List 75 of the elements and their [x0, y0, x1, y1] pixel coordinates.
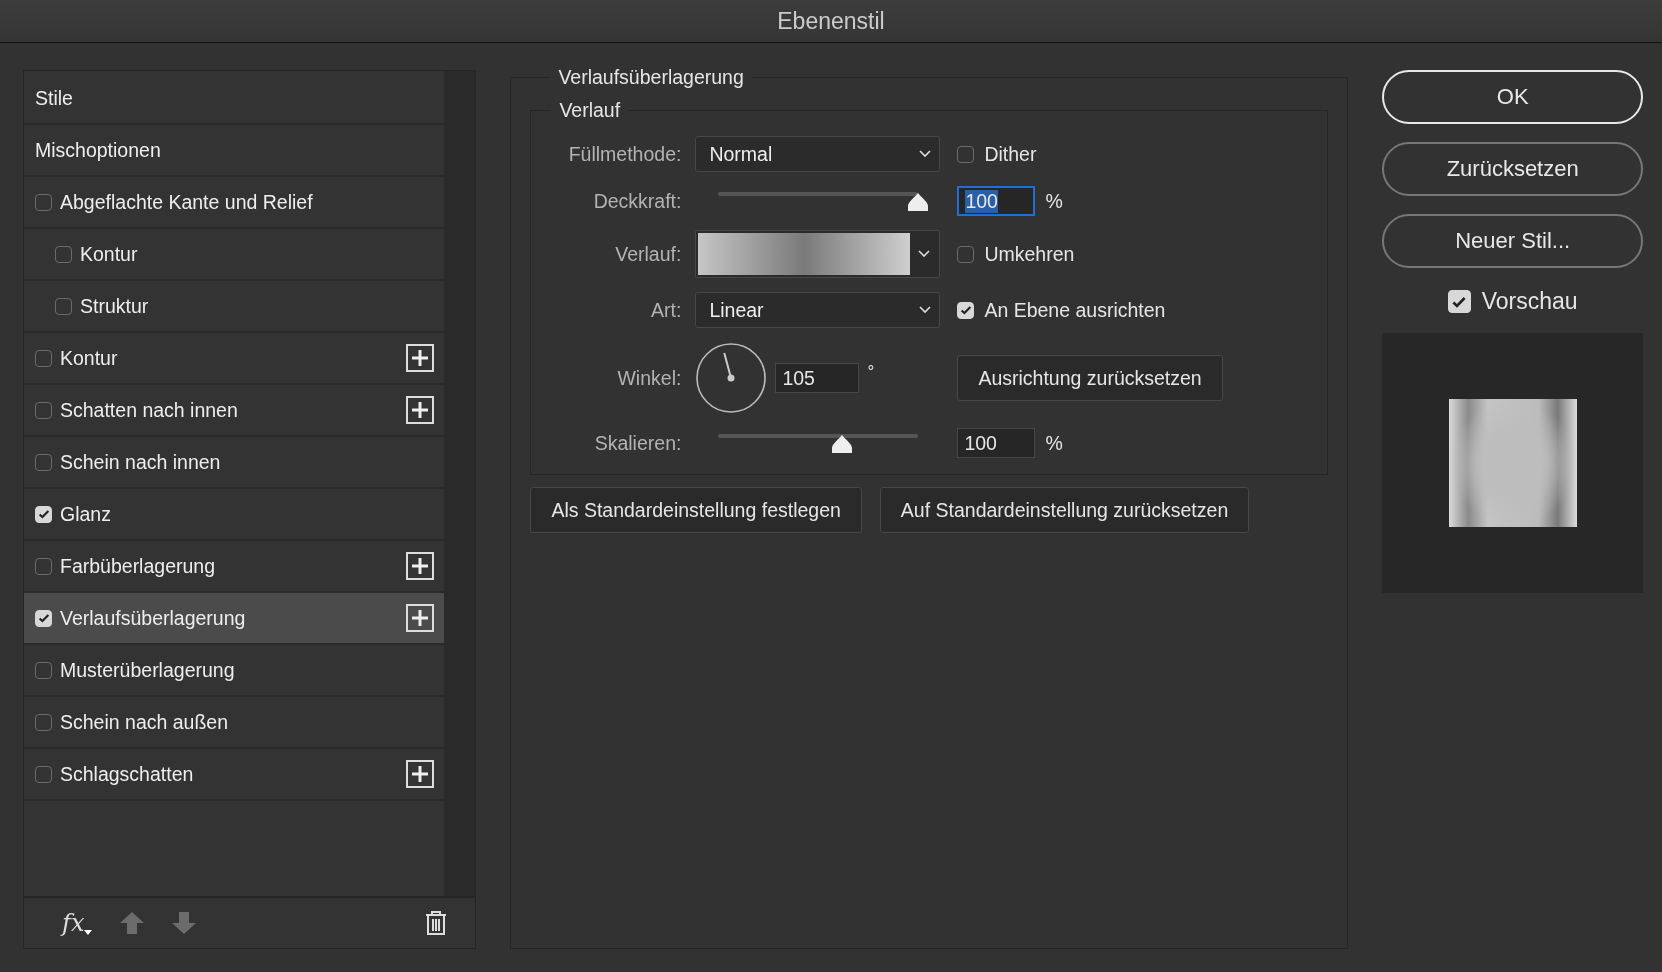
checkbox[interactable]: [55, 245, 72, 263]
slider-thumb[interactable]: [831, 434, 854, 454]
slider-thumb[interactable]: [907, 192, 930, 212]
add-icon[interactable]: [406, 344, 434, 372]
checkbox[interactable]: [55, 297, 72, 315]
unit-label: %: [1045, 189, 1063, 213]
checkbox[interactable]: [35, 713, 52, 731]
reset-alignment-button[interactable]: Ausrichtung zurücksetzen: [957, 355, 1223, 401]
style-label: Schein nach außen: [60, 710, 230, 734]
style-label: Farbüberlagerung: [60, 554, 217, 578]
style-label: Kontur: [80, 242, 139, 266]
field-label: Verlauf:: [614, 242, 682, 266]
checkbox[interactable]: [35, 557, 52, 575]
field-label: Art:: [650, 298, 682, 322]
blend-mode-dropdown[interactable]: Normal: [695, 136, 941, 172]
default-settings-button[interactable]: Auf Standardeinstellung zurücksetzen: [879, 487, 1250, 533]
angle-dial[interactable]: [695, 342, 768, 414]
field-label: Winkel:: [616, 366, 682, 390]
style-label: Kontur: [60, 346, 119, 370]
unit-label: %: [1045, 431, 1063, 455]
default-settings-button[interactable]: Als Standardeinstellung festlegen: [530, 487, 862, 533]
add-icon[interactable]: [406, 760, 434, 788]
gradient-swatch[interactable]: [698, 233, 911, 275]
checkmark-icon: [958, 303, 973, 317]
style-list-item[interactable]: Kontur: [24, 333, 444, 385]
field-label: Deckkraft:: [592, 189, 682, 213]
checkbox[interactable]: [35, 349, 52, 367]
style-label: Schatten nach innen: [60, 398, 239, 422]
chevron-icon: [919, 306, 932, 314]
style-label: Abgeflachte Kante und Relief: [60, 190, 314, 214]
field-label: Skalieren:: [593, 431, 682, 455]
angle-field[interactable]: 105: [775, 363, 860, 393]
dialog-button[interactable]: OK: [1382, 70, 1643, 124]
section-title: Verlaufsüberlagerung: [557, 66, 745, 89]
checkbox[interactable]: [35, 661, 52, 679]
style-list-item[interactable]: Schatten nach innen: [24, 385, 444, 437]
opacity-field[interactable]: 100: [957, 186, 1036, 216]
style-dropdown[interactable]: Linear: [695, 292, 941, 328]
checkbox-label: An Ebene ausrichten: [984, 298, 1166, 322]
style-label: Musterüberlagerung: [60, 658, 236, 682]
gradient-picker[interactable]: [695, 230, 941, 278]
fx-button[interactable]: fx: [62, 909, 93, 937]
chevron-icon: [918, 250, 931, 258]
checkbox[interactable]: [35, 453, 52, 471]
checkbox[interactable]: [957, 245, 975, 263]
add-icon[interactable]: [406, 552, 434, 580]
checkbox[interactable]: [35, 401, 52, 419]
style-label: Verlaufsüberlagerung: [60, 606, 247, 630]
checkbox-label: Dither: [984, 142, 1037, 166]
style-label: Struktur: [80, 294, 150, 318]
add-icon[interactable]: [406, 396, 434, 424]
style-list-item[interactable]: Verlaufsüberlagerung: [24, 593, 444, 645]
trash-icon[interactable]: [425, 911, 448, 935]
checkmark-icon: [36, 507, 51, 521]
checkbox-label: Umkehren: [984, 242, 1075, 266]
style-list-item[interactable]: Schlagschatten: [24, 749, 444, 801]
style-label: Schlagschatten: [60, 762, 195, 786]
checkbox[interactable]: [957, 145, 975, 163]
checkbox-label: Vorschau: [1481, 288, 1578, 315]
window-title: Ebenenstil: [777, 7, 885, 35]
caret-icon: [84, 930, 93, 935]
field-label: Füllmethode:: [567, 142, 682, 166]
add-icon[interactable]: [406, 604, 434, 632]
dialog-button[interactable]: Neuer Stil...: [1382, 214, 1643, 268]
dialog-button[interactable]: Zurücksetzen: [1382, 142, 1643, 196]
unit-label: °: [867, 362, 875, 382]
style-label: Schein nach innen: [60, 450, 222, 474]
checkmark-icon: [36, 611, 51, 625]
style-label: Glanz: [60, 502, 112, 526]
checkbox[interactable]: [35, 193, 52, 211]
chevron-icon: [919, 150, 932, 158]
checkbox[interactable]: [35, 765, 52, 783]
group-title: Verlauf: [558, 99, 622, 122]
style-list-item[interactable]: Glanz: [24, 489, 444, 541]
scale-field[interactable]: 100: [957, 428, 1036, 458]
